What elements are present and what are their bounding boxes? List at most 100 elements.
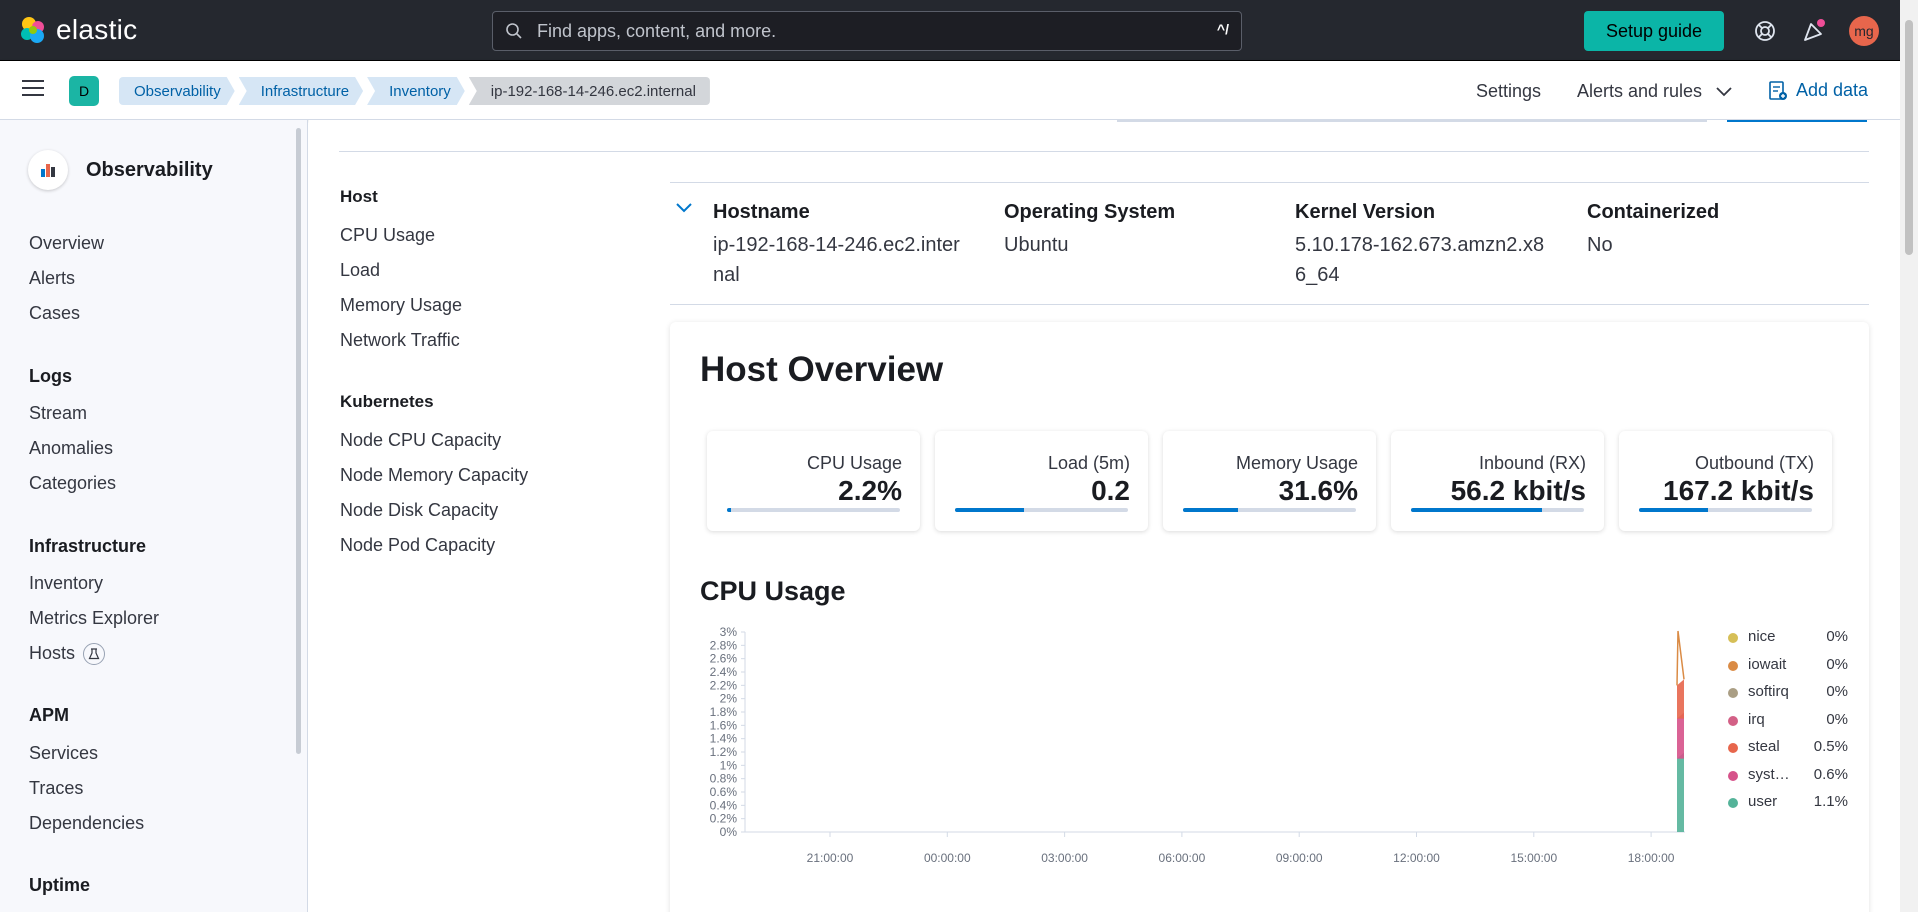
elastic-logo[interactable]: elastic: [18, 14, 137, 46]
meta-hostname: Hostname ip-192-168-14-246.ec2.internal: [713, 201, 963, 290]
sidebar-item-hosts-label: Hosts: [29, 643, 76, 663]
x-tick-label: 09:00:00: [1276, 851, 1323, 865]
breadcrumb-infrastructure[interactable]: Infrastructure: [239, 77, 363, 105]
y-tick-label: 1.8%: [710, 705, 738, 719]
cpu-usage-chart[interactable]: 3%2.8%2.6%2.4%2.2%2%1.8%1.6%1.4%1.2%1%0.…: [690, 622, 1690, 912]
legend-swatch: [1728, 660, 1738, 671]
legend-series-value: 0.6%: [1813, 765, 1848, 783]
meta-os-label: Operating System: [1004, 201, 1176, 223]
legend-series-name: softirq: [1748, 683, 1789, 700]
sidebar-scrollbar[interactable]: [296, 128, 301, 754]
kpi-label: CPU Usage: [806, 453, 902, 473]
sidebar-item-anomalies[interactable]: Anomalies: [29, 438, 113, 459]
add-data-button[interactable]: Add data: [1768, 80, 1868, 101]
kpi-card: Load (5m) 0.2: [935, 431, 1148, 531]
y-tick-label: 1.2%: [710, 745, 738, 759]
legend-swatch: [1728, 798, 1738, 808]
sidebar-item-categories[interactable]: Categories: [29, 473, 116, 494]
sidebar-item-dependencies[interactable]: Dependencies: [29, 813, 144, 834]
beta-beaker-icon: [83, 643, 106, 666]
kpi-progress: [727, 508, 900, 512]
y-tick-label: 0.2%: [710, 812, 738, 826]
meta-kernel-label: Kernel Version: [1295, 201, 1436, 223]
legend-series-name: iowait: [1748, 655, 1787, 673]
series-area: [1677, 712, 1684, 759]
y-tick-label: 2.8%: [710, 638, 738, 652]
toc-item-node-disk-capacity[interactable]: Node Disk Capacity: [340, 500, 498, 521]
sidebar-item-cases[interactable]: Cases: [29, 303, 80, 324]
kpi-value: 31.6%: [1278, 475, 1358, 506]
legend-swatch: [1728, 715, 1738, 726]
observability-logo-icon: [28, 150, 68, 190]
legend-item[interactable]: syst… 0.6%: [1728, 766, 1848, 794]
sidebar-item-hosts[interactable]: Hosts: [29, 643, 106, 666]
legend-item[interactable]: softirq 0%: [1728, 683, 1848, 711]
panel-title: Host Overview: [700, 350, 944, 389]
sidebar-section-logs: Logs: [29, 366, 72, 386]
menu-toggle-icon[interactable]: [22, 80, 44, 98]
legend-series-name: user: [1748, 793, 1778, 810]
meta-containerized: Containerized No: [1587, 201, 1857, 260]
toc-item-memory-usage[interactable]: Memory Usage: [340, 295, 462, 316]
toc-item-cpu-usage[interactable]: CPU Usage: [340, 225, 435, 246]
meta-hostname-label: Hostname: [713, 201, 810, 223]
legend-series-name: steal: [1748, 738, 1780, 755]
x-tick-label: 06:00:00: [1159, 851, 1206, 865]
sidebar-item-services[interactable]: Services: [29, 743, 98, 764]
collapse-chevron-icon[interactable]: [676, 203, 692, 213]
page-scrollbar[interactable]: [1900, 0, 1918, 912]
meta-containerized-value: No: [1587, 234, 1613, 256]
y-tick-label: 0.4%: [710, 798, 738, 812]
side-navigation: Observability Overview Alerts Cases Logs…: [0, 120, 308, 912]
sidebar-item-inventory[interactable]: Inventory: [29, 573, 103, 594]
sidebar-item-traces[interactable]: Traces: [29, 778, 83, 799]
sidebar-item-overview[interactable]: Overview: [29, 233, 104, 254]
elastic-cluster-icon: [21, 17, 44, 43]
x-tick-label: 03:00:00: [1041, 851, 1088, 865]
sidebar-section-uptime: Uptime: [29, 875, 91, 895]
kpi-card: CPU Usage 2.2%: [707, 431, 920, 531]
legend-item[interactable]: irq 0%: [1728, 711, 1848, 739]
meta-kernel: Kernel Version 5.10.178-162.673.amzn2.x8…: [1295, 201, 1545, 290]
sidebar-item-alerts[interactable]: Alerts: [29, 268, 75, 289]
legend-item[interactable]: user 1.1%: [1728, 793, 1848, 821]
toc-item-node-pod-capacity[interactable]: Node Pod Capacity: [340, 535, 495, 556]
legend-swatch: [1728, 743, 1738, 753]
alerts-rules-menu[interactable]: Alerts and rules: [1577, 81, 1732, 102]
page-scrollbar-thumb[interactable]: [1905, 20, 1913, 255]
user-avatar[interactable]: mg: [1849, 16, 1879, 46]
sidebar-item-metrics-explorer[interactable]: Metrics Explorer: [29, 608, 159, 629]
settings-link[interactable]: Settings: [1476, 81, 1541, 102]
sidebar-item-stream[interactable]: Stream: [29, 403, 87, 424]
breadcrumb-observability[interactable]: Observability: [119, 77, 235, 105]
legend-item[interactable]: nice 0%: [1728, 628, 1848, 656]
help-icon[interactable]: [1752, 18, 1778, 44]
toc-item-load[interactable]: Load: [340, 260, 380, 281]
breadcrumb-inventory[interactable]: Inventory: [367, 77, 465, 105]
chevron-down-icon: [1716, 86, 1732, 96]
setup-guide-button[interactable]: Setup guide: [1584, 11, 1724, 51]
toc-item-node-cpu-capacity[interactable]: Node CPU Capacity: [340, 430, 501, 451]
y-tick-label: 0.8%: [710, 772, 738, 786]
news-feed-icon[interactable]: [1801, 18, 1827, 44]
x-tick-label: 15:00:00: [1510, 851, 1557, 865]
kpi-progress-fill: [955, 508, 1025, 512]
brand-name: elastic: [56, 14, 138, 45]
series-area: [1677, 679, 1684, 719]
toc-heading-host: Host: [340, 187, 378, 206]
toc-item-node-memory-capacity[interactable]: Node Memory Capacity: [340, 465, 528, 486]
global-header: elastic Find apps, content, and more. ^/…: [0, 0, 1918, 61]
breadcrumb: Observability Infrastructure Inventory i…: [119, 77, 714, 105]
toc-item-network-traffic[interactable]: Network Traffic: [340, 330, 460, 351]
cpu-usage-title: CPU Usage: [700, 576, 846, 606]
kpi-label: Outbound (TX): [1694, 453, 1814, 473]
y-tick-label: 1%: [720, 758, 738, 772]
y-tick-label: 1.6%: [710, 718, 738, 732]
y-tick-label: 0.6%: [710, 785, 738, 799]
legend-item[interactable]: iowait 0%: [1728, 656, 1848, 684]
global-search[interactable]: Find apps, content, and more. ^/: [492, 11, 1242, 51]
y-tick-label: 3%: [720, 625, 738, 639]
legend-item[interactable]: steal 0.5%: [1728, 738, 1848, 766]
space-selector[interactable]: D: [69, 76, 99, 106]
search-placeholder: Find apps, content, and more.: [537, 20, 777, 41]
